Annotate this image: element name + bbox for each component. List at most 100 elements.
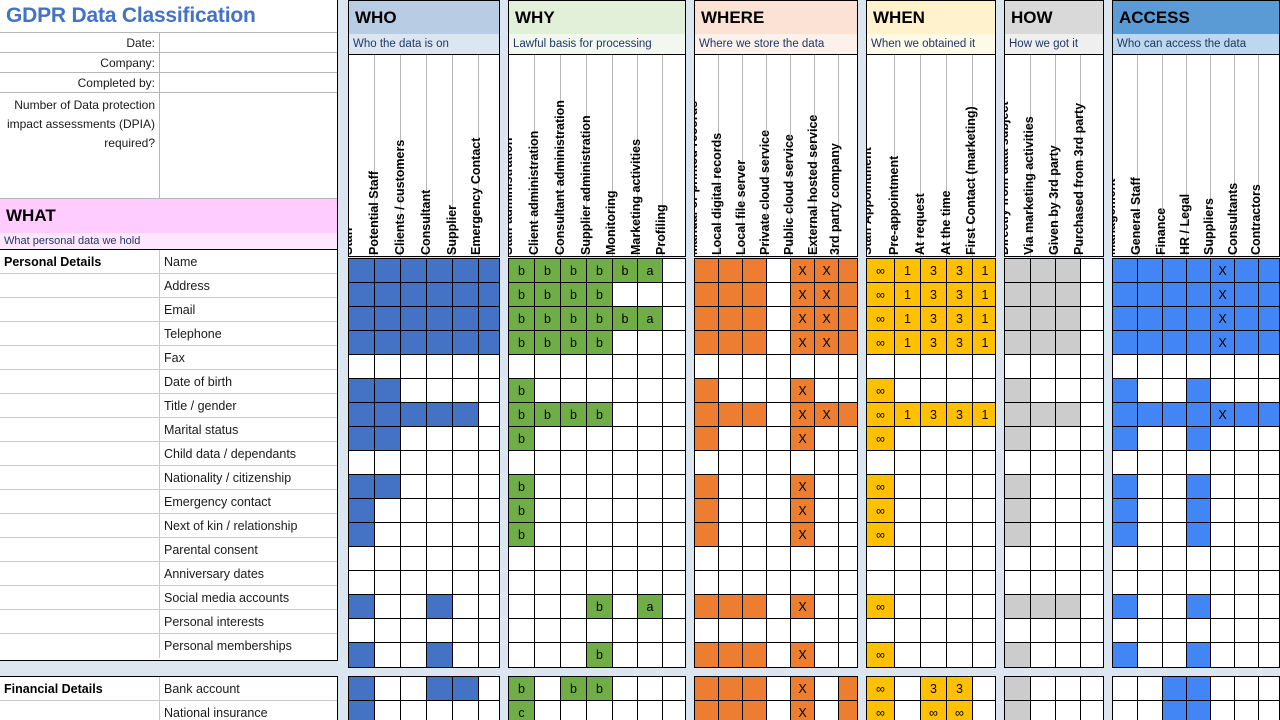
grid-cell[interactable] — [375, 403, 401, 427]
grid-cell[interactable] — [1138, 331, 1163, 355]
grid-cell[interactable] — [1235, 677, 1259, 701]
grid-cell[interactable] — [453, 379, 479, 403]
grid-cell[interactable] — [1259, 701, 1279, 720]
grid-cell[interactable] — [509, 619, 535, 643]
grid-cell[interactable] — [1056, 677, 1081, 701]
grid-cell[interactable] — [613, 547, 638, 571]
grid-cell[interactable] — [1187, 331, 1211, 355]
grid-cell[interactable]: b — [587, 307, 613, 331]
grid-cell[interactable]: b — [509, 379, 535, 403]
grid-cell[interactable] — [479, 307, 499, 331]
grid-cell[interactable]: 1 — [895, 403, 921, 427]
grid-cell[interactable] — [839, 283, 857, 307]
grid-cell[interactable] — [815, 643, 839, 667]
grid-cell[interactable] — [561, 379, 587, 403]
grid-cell[interactable] — [719, 283, 743, 307]
grid-cell[interactable] — [1187, 595, 1211, 619]
grid-cell[interactable] — [1259, 355, 1279, 379]
grid-cell[interactable] — [349, 379, 375, 403]
grid-cell[interactable] — [1235, 571, 1259, 595]
grid-cell[interactable]: b — [509, 499, 535, 523]
grid-cell[interactable] — [453, 571, 479, 595]
grid-cell[interactable] — [1235, 475, 1259, 499]
grid-cell[interactable] — [587, 701, 613, 720]
grid-cell[interactable] — [1056, 307, 1081, 331]
grid-cell[interactable] — [1211, 619, 1235, 643]
grid-cell[interactable] — [1081, 259, 1103, 283]
grid-cell[interactable] — [453, 619, 479, 643]
grid-cell[interactable] — [1113, 331, 1138, 355]
grid-cell[interactable] — [1235, 595, 1259, 619]
grid-cell[interactable] — [867, 619, 895, 643]
grid-cell[interactable] — [767, 331, 791, 355]
grid-cell[interactable] — [867, 571, 895, 595]
grid-cell[interactable] — [1005, 677, 1031, 701]
grid-cell[interactable] — [1031, 523, 1056, 547]
grid-cell[interactable] — [1113, 643, 1138, 667]
grid-cell[interactable]: 3 — [947, 307, 973, 331]
grid-cell[interactable] — [1005, 403, 1031, 427]
grid-cell[interactable] — [1113, 355, 1138, 379]
grid-cell[interactable] — [1138, 619, 1163, 643]
grid-cell[interactable] — [663, 259, 685, 283]
grid-cell[interactable] — [349, 595, 375, 619]
grid-cell[interactable] — [1235, 523, 1259, 547]
grid-cell[interactable] — [1163, 547, 1187, 571]
grid-cell[interactable]: 1 — [895, 259, 921, 283]
grid-cell[interactable] — [1113, 379, 1138, 403]
grid-cell[interactable] — [973, 643, 995, 667]
grid-cell[interactable] — [1259, 475, 1279, 499]
grid-cell[interactable] — [663, 547, 685, 571]
grid-cell[interactable] — [719, 571, 743, 595]
grid-cell[interactable] — [973, 427, 995, 451]
grid-cell[interactable] — [613, 403, 638, 427]
grid-cell[interactable] — [561, 619, 587, 643]
grid-cell[interactable] — [719, 259, 743, 283]
grid-cell[interactable] — [1113, 701, 1138, 720]
grid-cell[interactable] — [427, 451, 453, 475]
grid-cell[interactable] — [1187, 701, 1211, 720]
grid-cell[interactable] — [587, 619, 613, 643]
grid-cell[interactable] — [1031, 283, 1056, 307]
grid-cell[interactable]: b — [535, 307, 561, 331]
grid-cell[interactable] — [349, 451, 375, 475]
grid-cell[interactable] — [719, 677, 743, 701]
grid-cell[interactable] — [695, 427, 719, 451]
table-row[interactable]: Social media accounts — [0, 586, 337, 610]
table-row[interactable]: Personal interests — [0, 610, 337, 634]
grid-cell[interactable] — [895, 595, 921, 619]
grid-cell[interactable] — [1138, 283, 1163, 307]
grid-cell[interactable] — [401, 259, 427, 283]
grid-cell[interactable]: b — [509, 307, 535, 331]
grid-cell[interactable] — [479, 701, 499, 720]
grid-cell[interactable]: a — [638, 259, 663, 283]
grid-cell[interactable]: b — [509, 403, 535, 427]
grid-cell[interactable] — [401, 677, 427, 701]
grid-cell[interactable] — [613, 677, 638, 701]
grid-cell[interactable]: b — [613, 259, 638, 283]
grid-cell[interactable] — [947, 427, 973, 451]
grid-cell[interactable] — [375, 619, 401, 643]
grid-cell[interactable]: ∞ — [867, 643, 895, 667]
grid-cell[interactable] — [1259, 547, 1279, 571]
grid-cell[interactable] — [453, 475, 479, 499]
grid-cell[interactable] — [947, 643, 973, 667]
grid-cell[interactable] — [535, 677, 561, 701]
grid-cell[interactable] — [427, 643, 453, 667]
grid-cell[interactable] — [1056, 283, 1081, 307]
grid-cell[interactable] — [375, 307, 401, 331]
grid-cell[interactable] — [815, 499, 839, 523]
grid-cell[interactable] — [613, 499, 638, 523]
grid-cell[interactable] — [839, 355, 857, 379]
grid-cell[interactable] — [921, 451, 947, 475]
grid-cell[interactable]: a — [638, 307, 663, 331]
grid-cell[interactable] — [743, 523, 767, 547]
grid-cell[interactable] — [1081, 283, 1103, 307]
grid-cell[interactable]: 3 — [921, 283, 947, 307]
grid-cell[interactable]: b — [587, 331, 613, 355]
grid-cell[interactable] — [895, 523, 921, 547]
grid-cell[interactable] — [1235, 643, 1259, 667]
grid-cell[interactable] — [695, 355, 719, 379]
grid-cell[interactable] — [921, 379, 947, 403]
grid-cell[interactable]: 3 — [947, 259, 973, 283]
